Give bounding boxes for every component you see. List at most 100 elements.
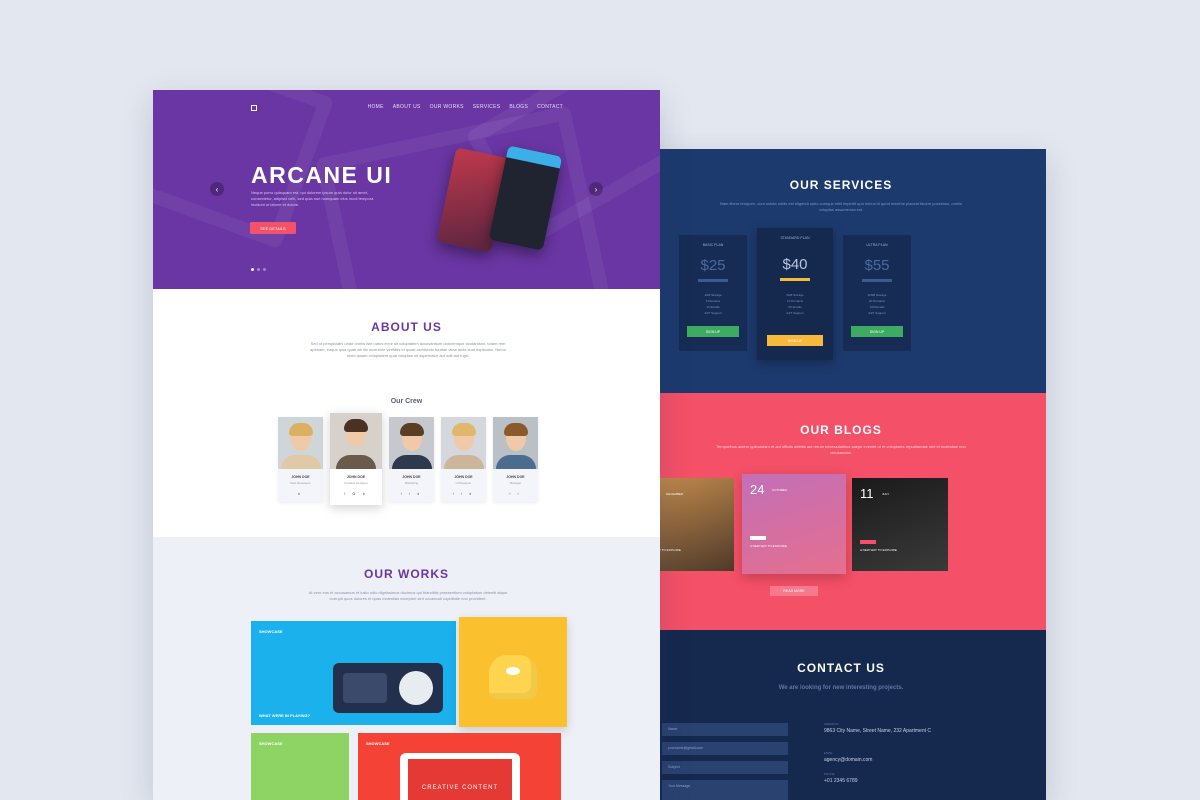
blogs-text: Temporibus autem quibusdam et aut offici… xyxy=(716,444,966,455)
plan-name: BASIC PLAN xyxy=(702,243,724,247)
nav-item-home[interactable]: HOME xyxy=(368,104,384,110)
plan-price: $55 xyxy=(864,257,890,274)
plan-name: STANDARD PLAN xyxy=(780,236,810,240)
tile-caption: WHAT WERE IN PLAYING? xyxy=(259,713,310,718)
sign-up-button[interactable]: SIGN UP xyxy=(687,326,739,337)
about-section: ABOUT US Sed ut perspiciatis unde omnis … xyxy=(153,289,660,537)
nav-item-blogs[interactable]: BLOGS xyxy=(509,104,528,110)
hero-text: Neque porro quisquam est, qui dolorem ip… xyxy=(251,190,374,207)
read-more-button[interactable]: READ MORE xyxy=(770,586,818,596)
member-name: JOHN DOE xyxy=(402,475,421,479)
services-text: Nam libero tempore, cum soluta nobis est… xyxy=(719,201,963,212)
works-title: OUR WORKS xyxy=(364,567,449,581)
contact-subtitle: We are looking for new interesting proje… xyxy=(778,685,904,691)
portfolio-tile[interactable]: SHOWCASE WHAT WERE IN PLAYING? xyxy=(251,621,456,725)
crew-member-card[interactable]: JOHN DOE Creative Designer f ✿ ● xyxy=(330,413,382,505)
social-icons[interactable]: f t xyxy=(493,491,538,496)
address-label: ADDRESS xyxy=(824,722,839,726)
chevron-left-icon[interactable]: ‹ xyxy=(210,182,224,196)
blog-month: OCTOBER xyxy=(772,488,787,492)
avatar xyxy=(330,413,382,469)
blogs-section: OUR BLOGS Temporibus autem quibusdam et … xyxy=(636,393,1046,630)
tablet-image: CREATIVE CONTENT xyxy=(400,753,520,800)
plan-price: $40 xyxy=(782,256,808,273)
nav-item-contact[interactable]: CONTACT xyxy=(537,104,563,110)
product-image xyxy=(489,655,537,699)
member-name: JOHN DOE xyxy=(506,475,525,479)
member-role: Web Developer xyxy=(290,481,311,485)
blog-card[interactable]: 24 OCTOBER A NEW WAY TO EXPLORE xyxy=(742,474,846,574)
works-section: OUR WORKS At vero eos et accusamus et iu… xyxy=(153,537,660,800)
right-page-mockup: OUR SERVICES Nam libero tempore, cum sol… xyxy=(636,149,1046,800)
plan-divider xyxy=(698,279,728,282)
nav-item-works[interactable]: OUR WORKS xyxy=(430,104,464,110)
crew-member-card[interactable]: JOHN DOE Web Developer ● xyxy=(278,417,323,502)
chevron-right-icon[interactable]: › xyxy=(589,182,603,196)
email-value: agency@domain.com xyxy=(824,757,873,763)
contact-section: CONTACT US We are looking for new intere… xyxy=(636,630,1046,800)
plan-price: $25 xyxy=(700,257,726,274)
crew-member-card[interactable]: JOHN DOE Manager f t xyxy=(493,417,538,502)
member-name: JOHN DOE xyxy=(291,475,310,479)
plan-name: ULTRA PLAN xyxy=(866,243,888,247)
blog-month: JULY xyxy=(882,492,890,496)
crew-list: JOHN DOE Web Developer ● JOHN DOE Creati… xyxy=(278,413,538,505)
email-label: EMAIL xyxy=(824,751,834,755)
member-role: Creative Designer xyxy=(343,481,368,485)
member-role: Manager xyxy=(509,481,522,485)
services-section: OUR SERVICES Nam libero tempore, cum sol… xyxy=(636,149,1046,393)
about-text: Sed ut perspiciatis unde omnis iste natu… xyxy=(310,341,506,358)
blog-month: DECEMBER xyxy=(666,492,684,496)
left-page-mockup: HOME ABOUT US OUR WORKS SERVICES BLOGS C… xyxy=(153,90,660,800)
see-details-button[interactable]: SEE DETAILS xyxy=(250,222,296,234)
pricing-card: BASIC PLAN $25 1GB Storage 5 Domains 10 … xyxy=(679,235,747,351)
name-field[interactable]: Name xyxy=(662,723,788,736)
plan-features: 5GB Storage 10 Domains 50 Emails 24/7 Su… xyxy=(786,293,804,315)
portfolio-tile[interactable]: SHOWCASE xyxy=(251,733,349,800)
member-role: UI Designer xyxy=(455,481,472,485)
services-title: OUR SERVICES xyxy=(789,178,893,192)
social-icons[interactable]: f t ● xyxy=(441,491,486,496)
crew-title: Our Crew xyxy=(390,398,423,405)
logo-icon[interactable] xyxy=(251,105,257,111)
tile-tag: SHOWCASE xyxy=(259,629,283,634)
plan-features: 10GB Storage 20 Domains 100 Emails 24/7 … xyxy=(867,293,887,315)
social-icons[interactable]: f t ● xyxy=(389,491,434,496)
email-field[interactable]: yourname@gmail.com xyxy=(662,742,788,755)
avatar xyxy=(389,417,434,469)
tile-tag: SHOWCASE xyxy=(366,741,390,746)
message-field[interactable]: Your Message xyxy=(662,780,788,800)
hero-title: ARCANE UI xyxy=(251,162,393,188)
main-nav: HOME ABOUT US OUR WORKS SERVICES BLOGS C… xyxy=(368,104,563,110)
blog-day: 24 xyxy=(750,482,765,497)
blogs-title: OUR BLOGS xyxy=(800,423,882,437)
address-value: 9863 City Name, Street Name, 232 Apartme… xyxy=(824,728,931,734)
social-icons[interactable]: f ✿ ● xyxy=(330,491,382,496)
blog-tag xyxy=(750,536,766,540)
tile-tag: SHOWCASE xyxy=(259,741,283,746)
subject-field[interactable]: Subject xyxy=(662,761,788,774)
avatar xyxy=(493,417,538,469)
blog-card[interactable]: 11 JULY A NEW WAY TO EXPLORE xyxy=(852,478,948,571)
tablet-screen-text: CREATIVE CONTENT xyxy=(408,759,512,800)
nav-item-services[interactable]: SERVICES xyxy=(473,104,501,110)
works-text: At vero eos et accusamus et iusto odio d… xyxy=(308,590,508,601)
pricing-card: ULTRA PLAN $55 10GB Storage 20 Domains 1… xyxy=(843,235,911,351)
contact-title: CONTACT US xyxy=(797,661,885,675)
plan-features: 1GB Storage 5 Domains 10 Emails 24/7 Sup… xyxy=(704,293,722,315)
portfolio-tile[interactable]: SHOWCASE CREATIVE CONTENT xyxy=(358,733,561,800)
slider-dots[interactable] xyxy=(251,268,266,271)
portfolio-tile[interactable] xyxy=(459,617,567,727)
member-name: JOHN DOE xyxy=(454,475,473,479)
social-icons[interactable]: ● xyxy=(278,491,323,496)
sign-up-button[interactable]: SIGN UP xyxy=(851,326,903,337)
plan-divider xyxy=(862,279,892,282)
hero-section: HOME ABOUT US OUR WORKS SERVICES BLOGS C… xyxy=(153,90,660,289)
crew-member-card[interactable]: JOHN DOE UI Designer f t ● xyxy=(441,417,486,502)
phone-label: PHONE xyxy=(824,772,835,776)
nav-item-about[interactable]: ABOUT US xyxy=(393,104,421,110)
pricing-plans: BASIC PLAN $25 1GB Storage 5 Domains 10 … xyxy=(679,228,911,360)
pricing-card: STANDARD PLAN $40 5GB Storage 10 Domains… xyxy=(757,228,833,360)
sign-up-button[interactable]: SIGN UP xyxy=(767,335,823,346)
crew-member-card[interactable]: JOHN DOE Marketing f t ● xyxy=(389,417,434,502)
